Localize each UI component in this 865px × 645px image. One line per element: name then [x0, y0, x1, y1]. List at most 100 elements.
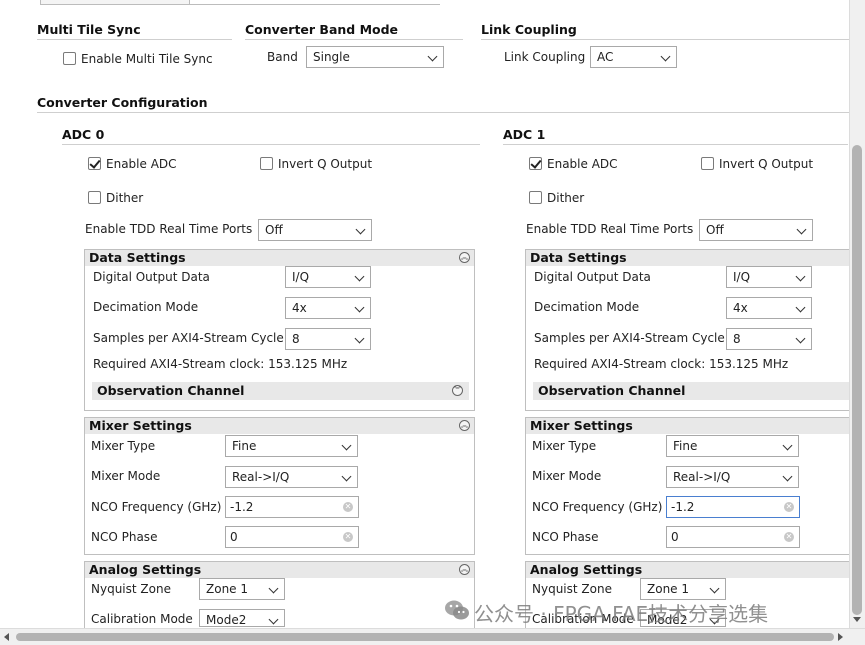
adc1-mixer-type-select[interactable]: Fine	[666, 435, 799, 457]
adc0-nyquist-value: Zone 1	[206, 582, 248, 596]
horizontal-scrollbar[interactable]	[0, 628, 865, 645]
adc0-observation-title: Observation Channel	[97, 383, 245, 398]
adc0-dither-checkbox[interactable]	[88, 191, 101, 204]
adc0-data-settings-title: Data Settings	[89, 250, 186, 265]
adc0-mixer-type-value: Fine	[232, 439, 257, 453]
tab-edge[interactable]	[190, 0, 440, 5]
divider	[37, 112, 853, 113]
collapse-up-icon[interactable]: ︽	[459, 420, 470, 431]
vertical-scrollbar-thumb[interactable]	[852, 145, 862, 615]
enable-multi-tile-sync-checkbox[interactable]	[63, 52, 76, 65]
chevron-down-icon	[795, 271, 806, 282]
adc0-nco-phase-value: 0	[230, 530, 238, 544]
adc1-digital-output-select[interactable]: I/Q	[726, 266, 812, 288]
adc1-observation-header[interactable]: Observation Channel	[533, 382, 853, 400]
clear-icon[interactable]: ✕	[343, 532, 353, 542]
adc0-tdd-value: Off	[265, 223, 283, 237]
adc0-mixer-mode-value: Real->I/Q	[232, 470, 290, 484]
band-label: Band	[267, 50, 298, 64]
adc0-decimation-select[interactable]: 4x	[285, 297, 371, 319]
clear-icon[interactable]: ✕	[784, 532, 794, 542]
adc1-mixer-mode-value: Real->I/Q	[673, 470, 731, 484]
adc0-nco-phase-label: NCO Phase	[91, 530, 158, 544]
adc1-decimation-label: Decimation Mode	[534, 300, 640, 314]
adc0-enable-adc-checkbox[interactable]	[88, 157, 101, 170]
adc0-mixer-mode-select[interactable]: Real->I/Q	[225, 466, 358, 488]
adc0-nco-phase-input[interactable]: 0 ✕	[225, 526, 359, 548]
adc1-mixer-settings-header[interactable]: Mixer Settings	[526, 418, 854, 434]
chevron-down-icon	[268, 614, 279, 625]
adc1-samples-select[interactable]: 8	[726, 328, 812, 350]
adc0-observation-header[interactable]: Observation Channel	[92, 382, 469, 400]
adc0-required-clock: Required AXI4-Stream clock: 153.125 MHz	[93, 357, 348, 371]
adc1-nco-phase-input[interactable]: 0 ✕	[666, 526, 800, 548]
chevron-down-icon	[427, 51, 438, 62]
adc1-mixer-mode-select[interactable]: Real->I/Q	[666, 466, 799, 488]
clear-icon[interactable]: ✕	[784, 502, 794, 512]
adc0-mixer-settings-title: Mixer Settings	[89, 418, 192, 433]
expand-down-icon[interactable]: ︾	[452, 385, 463, 396]
adc1-required-clock: Required AXI4-Stream clock: 153.125 MHz	[534, 357, 789, 371]
link-coupling-title: Link Coupling	[481, 22, 577, 37]
adc0-tdd-select[interactable]: Off	[258, 219, 372, 241]
adc0-samples-value: 8	[292, 332, 300, 346]
scroll-down-arrow-icon[interactable]	[853, 617, 861, 622]
adc0-tdd-label: Enable TDD Real Time Ports	[85, 222, 253, 236]
adc0-mixer-settings-header[interactable]: Mixer Settings	[85, 418, 474, 434]
adc1-mixer-settings-title: Mixer Settings	[530, 418, 633, 433]
chevron-down-icon	[341, 471, 352, 482]
chevron-down-icon	[782, 471, 793, 482]
divider	[37, 39, 232, 40]
adc1-nyquist-value: Zone 1	[647, 582, 689, 596]
band-select-value: Single	[313, 50, 350, 64]
adc1-decimation-select[interactable]: 4x	[726, 297, 812, 319]
adc0-data-settings-header[interactable]: Data Settings	[85, 250, 474, 266]
adc1-dither-label: Dither	[547, 191, 585, 205]
adc0-mixer-type-label: Mixer Type	[91, 439, 156, 453]
horizontal-scrollbar-thumb[interactable]	[16, 633, 834, 641]
adc1-mixer-type-label: Mixer Type	[532, 439, 597, 453]
scroll-right-arrow-icon[interactable]	[838, 633, 843, 641]
converter-band-mode-title: Converter Band Mode	[245, 22, 399, 37]
collapse-up-icon[interactable]: ︽	[459, 564, 470, 575]
tab-active-edge[interactable]	[40, 0, 190, 5]
adc0-calibration-select[interactable]: Mode2	[199, 609, 285, 627]
adc1-nyquist-select[interactable]: Zone 1	[640, 578, 726, 600]
adc0-mixer-type-select[interactable]: Fine	[225, 435, 358, 457]
adc1-title: ADC 1	[503, 127, 546, 142]
adc1-nco-phase-value: 0	[671, 530, 679, 544]
adc0-invert-q-checkbox[interactable]	[260, 157, 273, 170]
adc1-invert-q-checkbox[interactable]	[701, 157, 714, 170]
adc1-analog-settings-header[interactable]: Analog Settings	[526, 562, 854, 578]
link-coupling-select[interactable]: AC	[590, 46, 677, 68]
adc1-mixer-type-value: Fine	[673, 439, 698, 453]
adc0-analog-settings-header[interactable]: Analog Settings	[85, 562, 474, 578]
adc1-enable-adc-checkbox[interactable]	[529, 157, 542, 170]
chevron-down-icon	[268, 583, 279, 594]
chevron-down-icon	[660, 51, 671, 62]
adc0-nyquist-select[interactable]: Zone 1	[199, 578, 285, 600]
adc1-tdd-select[interactable]: Off	[699, 219, 813, 241]
collapse-up-icon[interactable]: ︽	[459, 252, 470, 263]
band-select[interactable]: Single	[306, 46, 444, 68]
scroll-left-arrow-icon[interactable]	[4, 633, 9, 641]
adc1-mixer-mode-label: Mixer Mode	[532, 469, 602, 483]
adc1-data-settings-header[interactable]: Data Settings	[526, 250, 854, 266]
chevron-down-icon	[795, 302, 806, 313]
vertical-scrollbar[interactable]	[849, 0, 865, 628]
adc1-dither-checkbox[interactable]	[529, 191, 542, 204]
enable-multi-tile-sync-label: Enable Multi Tile Sync	[81, 52, 213, 66]
clear-icon[interactable]: ✕	[343, 502, 353, 512]
divider	[503, 144, 848, 145]
adc0-samples-select[interactable]: 8	[285, 328, 371, 350]
watermark-text: 公众号 · FPGA FAE技术分享选集	[474, 602, 769, 626]
adc1-invert-q-label: Invert Q Output	[719, 157, 814, 171]
multi-tile-sync-title: Multi Tile Sync	[37, 22, 141, 37]
adc0-nco-freq-input[interactable]: -1.2 ✕	[225, 496, 359, 518]
adc1-nco-freq-input[interactable]: -1.2 ✕	[666, 496, 800, 518]
adc1-nco-freq-label: NCO Frequency (GHz)	[532, 500, 663, 514]
chevron-down-icon	[354, 271, 365, 282]
adc0-digital-output-select[interactable]: I/Q	[285, 266, 371, 288]
chevron-down-icon	[341, 440, 352, 451]
adc0-digital-output-value: I/Q	[292, 270, 310, 284]
